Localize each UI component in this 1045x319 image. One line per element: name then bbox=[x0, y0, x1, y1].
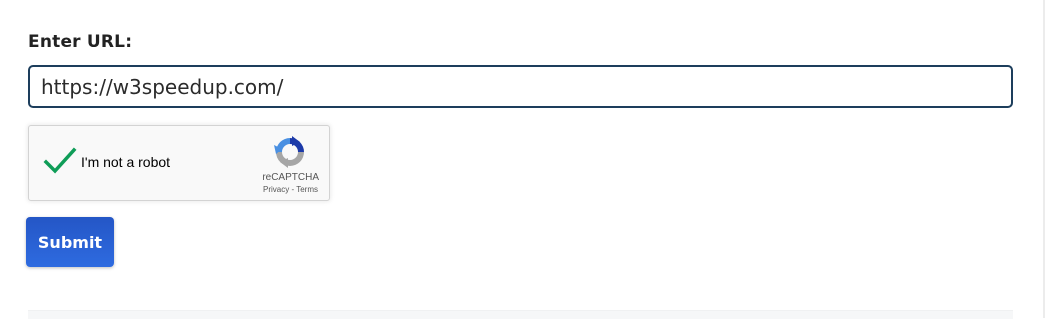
submit-button[interactable]: Submit bbox=[26, 217, 114, 267]
privacy-link[interactable]: Privacy bbox=[263, 185, 289, 194]
captcha-label: I'm not a robot bbox=[81, 154, 171, 170]
url-label: Enter URL: bbox=[28, 32, 133, 52]
url-input[interactable] bbox=[28, 65, 1013, 108]
terms-link[interactable]: Terms bbox=[296, 185, 318, 194]
checkmark-icon[interactable] bbox=[43, 146, 77, 176]
recaptcha-links: Privacy - Terms bbox=[263, 185, 318, 194]
recaptcha-widget: I'm not a robot reCAPTCHA Privacy - Term… bbox=[28, 125, 330, 201]
recaptcha-logo-icon bbox=[274, 136, 304, 168]
recaptcha-brand: reCAPTCHA bbox=[262, 172, 319, 183]
